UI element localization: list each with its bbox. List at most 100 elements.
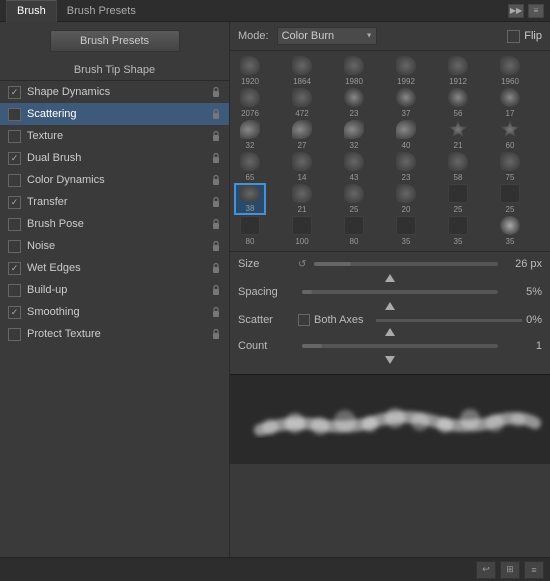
option-item-color-dynamics[interactable]: Color Dynamics: [0, 169, 229, 191]
checkbox-build-up[interactable]: [8, 284, 21, 297]
brush-cell-5[interactable]: 1960: [494, 55, 526, 87]
brush-num-32: 80: [350, 237, 359, 246]
brush-cell-19[interactable]: 14: [286, 151, 318, 183]
brush-cell-11[interactable]: 17: [494, 87, 526, 119]
brush-cell-17[interactable]: 60: [494, 119, 526, 151]
option-item-noise[interactable]: Noise: [0, 235, 229, 257]
size-slider-thumb[interactable]: [385, 274, 395, 282]
brush-shape-25: [292, 184, 312, 203]
brush-cell-6[interactable]: 2076: [234, 87, 266, 119]
option-item-dual-brush[interactable]: Dual Brush: [0, 147, 229, 169]
scatter-slider-thumb[interactable]: [385, 328, 395, 336]
option-item-smoothing[interactable]: Smoothing: [0, 301, 229, 323]
right-panel: Mode: Color Burn Flip 192018641980199219…: [230, 22, 550, 557]
expand-icon[interactable]: ▶▶: [508, 4, 524, 18]
brush-cell-12[interactable]: 32: [234, 119, 266, 151]
grid-icon[interactable]: ⊞: [500, 561, 520, 579]
checkbox-scattering[interactable]: [8, 108, 21, 121]
list-icon[interactable]: ≡: [524, 561, 544, 579]
count-slider-thumb[interactable]: [385, 356, 395, 364]
brush-cell-0[interactable]: 1920: [234, 55, 266, 87]
brush-cell-2[interactable]: 1980: [338, 55, 370, 87]
undo-icon[interactable]: ↩: [476, 561, 496, 579]
checkbox-shape-dynamics[interactable]: [8, 86, 21, 99]
option-item-texture[interactable]: Texture: [0, 125, 229, 147]
brush-shape-34: [448, 216, 468, 235]
checkbox-transfer[interactable]: [8, 196, 21, 209]
brush-cell-27[interactable]: 20: [390, 183, 422, 215]
lock-icon-scattering: [211, 108, 221, 120]
flip-checkbox[interactable]: [507, 30, 520, 43]
brush-presets-button[interactable]: Brush Presets: [50, 30, 180, 52]
mode-select[interactable]: Color Burn: [277, 27, 377, 45]
option-item-protect-texture[interactable]: Protect Texture: [0, 323, 229, 345]
brush-cell-33[interactable]: 35: [390, 215, 422, 247]
brush-cell-13[interactable]: 27: [286, 119, 318, 151]
spacing-row: Spacing 5%: [238, 286, 542, 298]
brush-cell-34[interactable]: 35: [442, 215, 474, 247]
option-item-transfer[interactable]: Transfer: [0, 191, 229, 213]
bottom-toolbar: ↩ ⊞ ≡: [0, 557, 550, 581]
checkbox-noise[interactable]: [8, 240, 21, 253]
brush-num-13: 27: [298, 141, 307, 150]
brush-cell-21[interactable]: 23: [390, 151, 422, 183]
brush-num-22: 58: [454, 173, 463, 182]
size-slider[interactable]: [314, 262, 498, 266]
brush-cell-31[interactable]: 100: [286, 215, 318, 247]
spacing-slider-thumb[interactable]: [385, 302, 395, 310]
menu-icon[interactable]: ≡: [528, 4, 544, 18]
lock-icon-dual-brush: [211, 152, 221, 164]
brush-num-24: 38: [246, 204, 255, 213]
checkbox-wet-edges[interactable]: [8, 262, 21, 275]
brush-cell-7[interactable]: 472: [286, 87, 318, 119]
checkbox-smoothing[interactable]: [8, 306, 21, 319]
option-item-brush-pose[interactable]: Brush Pose: [0, 213, 229, 235]
brush-cell-32[interactable]: 80: [338, 215, 370, 247]
option-item-shape-dynamics[interactable]: Shape Dynamics: [0, 81, 229, 103]
option-item-wet-edges[interactable]: Wet Edges: [0, 257, 229, 279]
brush-cell-30[interactable]: 80: [234, 215, 266, 247]
brush-num-29: 25: [506, 205, 515, 214]
brush-shape-7: [292, 88, 312, 107]
brush-cell-28[interactable]: 25: [442, 183, 474, 215]
brush-cell-26[interactable]: 25: [338, 183, 370, 215]
brush-cell-3[interactable]: 1992: [390, 55, 422, 87]
option-item-build-up[interactable]: Build-up: [0, 279, 229, 301]
brush-cell-4[interactable]: 1912: [442, 55, 474, 87]
option-item-scattering[interactable]: Scattering: [0, 103, 229, 125]
spacing-slider[interactable]: [302, 290, 498, 294]
count-slider[interactable]: [302, 344, 498, 348]
lock-icon-smoothing: [211, 306, 221, 318]
brush-num-27: 20: [402, 205, 411, 214]
brush-cell-1[interactable]: 1864: [286, 55, 318, 87]
brush-cell-20[interactable]: 43: [338, 151, 370, 183]
checkbox-protect-texture[interactable]: [8, 328, 21, 341]
scatter-slider[interactable]: [376, 319, 523, 322]
brush-cell-15[interactable]: 40: [390, 119, 422, 151]
brush-cell-29[interactable]: 25: [494, 183, 526, 215]
lock-icon-color-dynamics: [211, 174, 221, 186]
brush-cell-24[interactable]: 38: [234, 183, 266, 215]
brush-cell-16[interactable]: 21: [442, 119, 474, 151]
brush-cell-25[interactable]: 21: [286, 183, 318, 215]
brush-cell-10[interactable]: 56: [442, 87, 474, 119]
tab-brush[interactable]: Brush: [6, 0, 57, 22]
tab-brush-presets[interactable]: Brush Presets: [57, 0, 146, 22]
brush-shape-18: [240, 152, 260, 171]
brush-cell-22[interactable]: 58: [442, 151, 474, 183]
brush-cell-23[interactable]: 75: [494, 151, 526, 183]
size-reset-icon[interactable]: ↺: [298, 259, 306, 270]
option-label-protect-texture: Protect Texture: [27, 328, 101, 340]
checkbox-color-dynamics[interactable]: [8, 174, 21, 187]
brush-cell-35[interactable]: 35: [494, 215, 526, 247]
brush-cell-9[interactable]: 37: [390, 87, 422, 119]
checkbox-texture[interactable]: [8, 130, 21, 143]
brush-cell-14[interactable]: 32: [338, 119, 370, 151]
brush-num-35: 35: [506, 237, 515, 246]
brush-cell-8[interactable]: 23: [338, 87, 370, 119]
count-value: 1: [502, 340, 542, 352]
both-axes-checkbox[interactable]: [298, 314, 310, 326]
checkbox-dual-brush[interactable]: [8, 152, 21, 165]
brush-cell-18[interactable]: 65: [234, 151, 266, 183]
checkbox-brush-pose[interactable]: [8, 218, 21, 231]
